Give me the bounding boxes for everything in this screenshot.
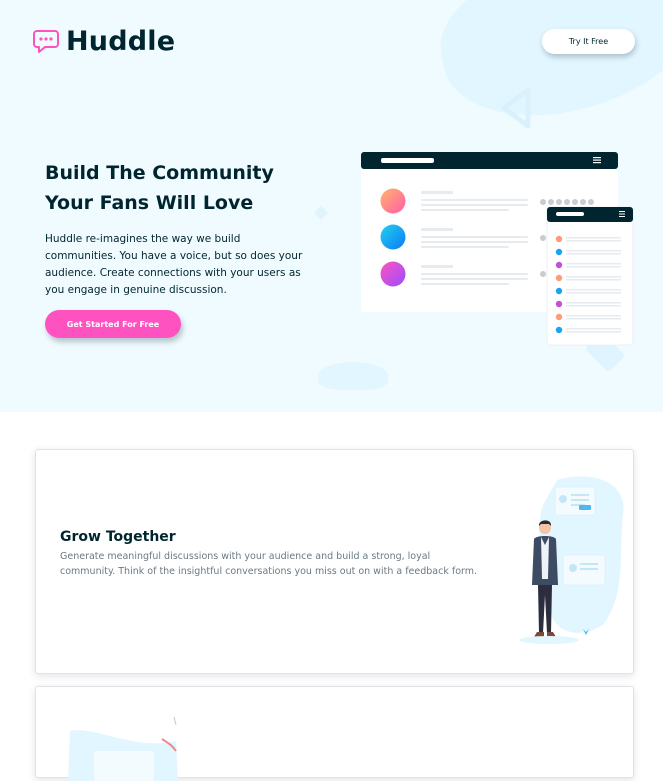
hero-title: Build The Community Your Fans Will Love	[45, 162, 274, 214]
feature-illustration	[68, 716, 178, 781]
hero-description: Huddle re-imagines the way we build comm…	[45, 233, 303, 296]
feature-card-grow-together: Grow Together Generate meaningful discus…	[35, 449, 634, 674]
feature-title: Grow Together	[60, 529, 176, 545]
background-blob	[427, 0, 663, 136]
app-mockup-illustration	[361, 152, 634, 346]
try-it-free-button[interactable]: Try It Free	[542, 29, 635, 54]
brand-logo[interactable]: Huddle	[32, 26, 175, 57]
hero-section: Huddle Try It Free Build The Community Y…	[0, 0, 663, 412]
get-started-button[interactable]: Get Started For Free	[45, 310, 181, 338]
brand-name: Huddle	[66, 26, 176, 57]
feature-description: Generate meaningful discussions with you…	[60, 551, 478, 577]
feature-card	[35, 686, 634, 781]
person-illustration	[519, 476, 624, 644]
background-diamond	[313, 205, 329, 221]
background-triangle-icon	[501, 88, 531, 128]
chat-bubble-icon	[33, 29, 59, 53]
background-blob	[318, 362, 388, 390]
